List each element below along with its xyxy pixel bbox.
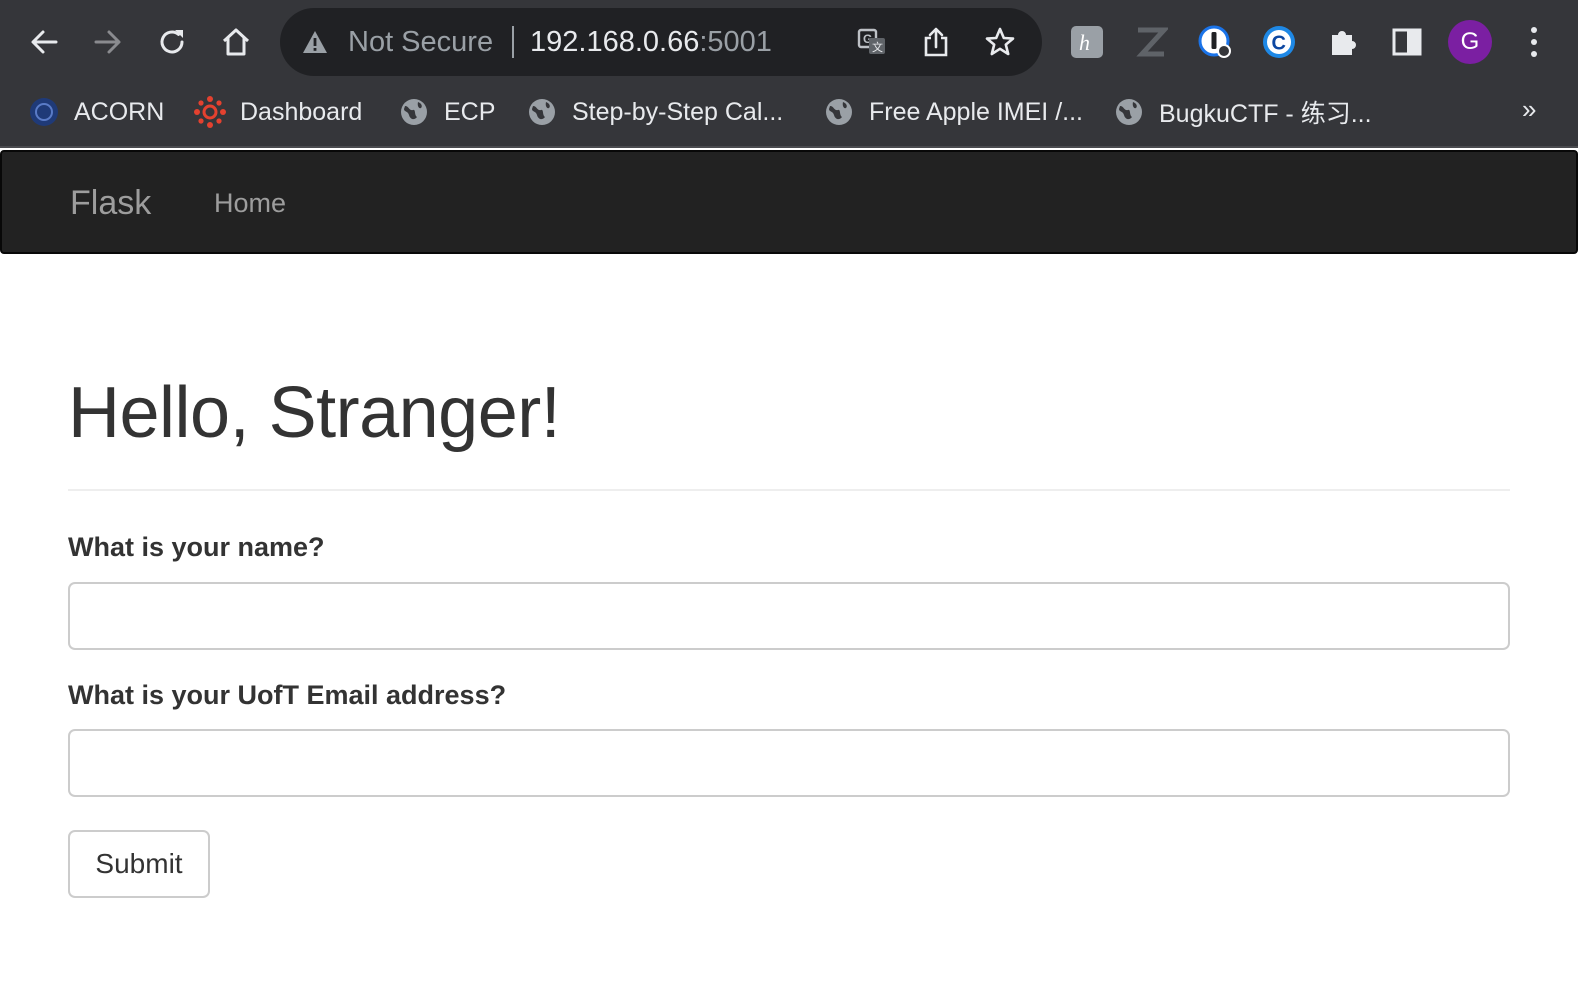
acorn-icon [28,96,60,128]
name-input[interactable] [68,582,1510,650]
back-icon[interactable] [22,20,66,64]
bookmark-label: Free Apple IMEI /... [869,97,1083,126]
canvas-icon [194,96,226,128]
security-status-text[interactable]: Not Secure [348,8,493,76]
svg-text:文: 文 [872,40,883,54]
url-host: 192.168.0.66 [530,26,700,58]
email-field-label: What is your UofT Email address? [68,680,507,710]
email-input[interactable] [68,729,1510,797]
browser-toolbar: Not Secure 192.168.0.66:5001 G文 h C G [0,0,1578,84]
bookmark-free-apple-imei[interactable]: Free Apple IMEI /... [823,84,1083,140]
name-field-label: What is your name? [68,532,325,562]
bookmark-label: ECP [444,97,496,126]
hypothesis-extension-icon[interactable]: h [1069,24,1105,60]
zotero-extension-icon[interactable] [1133,24,1169,60]
globe-icon [823,96,855,128]
globe-icon [398,96,430,128]
bookmark-label: BugkuCTF - 练习... [1159,100,1372,128]
bookmark-acorn[interactable]: ACORN [28,84,164,140]
site-navbar: Flask Home [0,150,1578,254]
translate-icon[interactable]: G文 [856,26,888,58]
submit-button[interactable]: Submit [68,830,210,898]
profile-avatar[interactable]: G [1448,20,1492,64]
more-bookmarks-button[interactable]: » [1522,94,1536,125]
menu-icon[interactable] [1516,24,1552,60]
url-port: :5001 [699,26,772,58]
share-icon[interactable] [920,26,952,58]
bookmark-ecp[interactable]: ECP [398,84,495,140]
svg-text:C: C [1272,33,1286,55]
bookmark-label: ACORN [74,97,165,126]
c-extension-icon[interactable]: C [1261,24,1297,60]
home-icon[interactable] [214,20,258,64]
extensions-icon[interactable] [1325,24,1361,60]
navbar-brand[interactable]: Flask [70,152,151,254]
svg-text:h: h [1079,30,1090,55]
bookmark-dashboard[interactable]: Dashboard [194,84,362,140]
bookmark-label: Step-by-Step Cal... [572,97,784,126]
nav-home-link[interactable]: Home [214,152,286,254]
bookmark-step-by-step[interactable]: Step-by-Step Cal... [526,84,783,140]
globe-icon [526,96,558,128]
bookmark-star-icon[interactable] [984,26,1016,58]
password-manager-extension-icon[interactable] [1197,24,1233,60]
globe-icon [1113,96,1145,128]
page-title: Hello, Stranger! [68,373,561,453]
address-bar[interactable]: Not Secure 192.168.0.66:5001 G文 [280,8,1042,76]
bookmarks-bar: ACORN Dashboard ECP Step-by-Step Cal... … [0,84,1578,148]
side-panel-icon[interactable] [1389,24,1425,60]
header-divider [68,489,1510,491]
forward-icon[interactable] [86,20,130,64]
url-text[interactable]: 192.168.0.66:5001 [530,8,772,76]
bookmark-bugkuctf[interactable]: BugkuCTF - 练习... [1113,84,1372,140]
bookmark-label: Dashboard [240,97,363,126]
omnibox-separator [512,26,514,58]
warning-icon[interactable] [302,30,328,59]
reload-icon[interactable] [150,20,194,64]
